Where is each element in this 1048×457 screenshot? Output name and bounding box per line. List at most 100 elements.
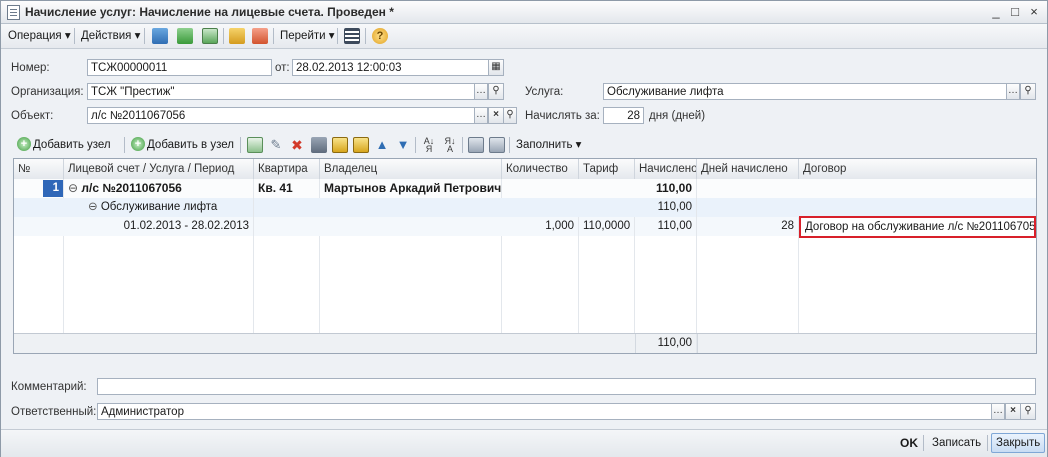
collapse-circle-icon[interactable]: ⊖ (88, 201, 98, 213)
calendar-icon[interactable]: ▦ (488, 59, 504, 76)
document-window: Начисление услуг: Начисление на лицевые … (0, 0, 1048, 457)
ok-button[interactable]: OK (900, 435, 918, 451)
hierarchy-icon[interactable] (353, 137, 369, 153)
table-row[interactable]: ⊖ Обслуживание лифта 110,00 (14, 198, 1036, 217)
date-label: от: (275, 62, 290, 74)
open-magnifier-icon[interactable]: ⚲ (1020, 403, 1036, 420)
save-button[interactable]: Записать (932, 435, 981, 451)
organization-field[interactable]: ТСЖ "Престиж" (87, 83, 475, 100)
date-field[interactable]: 28.02.2013 12:00:03 (292, 59, 489, 76)
object-field[interactable]: л/с №2011067056 (87, 107, 475, 124)
toolbar-divider (337, 28, 338, 44)
open-magnifier-icon[interactable]: ⚲ (1020, 83, 1036, 100)
comment-field[interactable] (97, 378, 1036, 395)
help-icon[interactable]: ? (372, 28, 388, 44)
move-down-icon[interactable]: ▼ (395, 137, 411, 153)
title-bar: Начисление услуг: Начисление на лицевые … (1, 1, 1047, 24)
row-number-cell: 1 (14, 179, 64, 198)
close-window-button[interactable]: × (1026, 4, 1042, 20)
comment-label: Комментарий: (11, 381, 87, 393)
accruals-table: № Лицевой счет / Услуга / Период Квартир… (13, 158, 1037, 354)
service-field[interactable]: Обслуживание лифта (603, 83, 1007, 100)
unpost-document-icon[interactable] (252, 28, 268, 44)
responsible-field[interactable]: Администратор (97, 403, 992, 420)
move-up-icon[interactable]: ▲ (374, 137, 390, 153)
fill-menu[interactable]: Заполнить ▾ (516, 137, 581, 153)
column-header-quantity[interactable]: Количество (502, 159, 579, 179)
organization-label: Организация: (11, 86, 84, 98)
post-and-close-icon[interactable] (152, 28, 168, 44)
table-toolbar: + Добавить узел + Добавить в узел ✎ ✖ ▲ … (13, 135, 1037, 155)
period-cell: 01.02.2013 - 28.02.2013 (64, 217, 254, 236)
column-header-accrued[interactable]: Начислено (635, 159, 697, 179)
collapse-circle-icon[interactable]: ⊖ (68, 181, 78, 195)
selected-row-number: 1 (43, 180, 63, 197)
days-cell: 28 (697, 217, 799, 236)
toolbar-divider (144, 28, 145, 44)
group-icon[interactable] (332, 137, 348, 153)
dropdown-arrow-icon: ▾ (134, 30, 141, 42)
footer-divider (697, 334, 698, 353)
table-header: № Лицевой счет / Услуга / Период Квартир… (14, 159, 1036, 180)
copy-icon[interactable] (202, 28, 218, 44)
table-row[interactable]: 1 ⊖ л/с №2011067056 Кв. 41 Мартынов Арка… (14, 179, 1036, 198)
open-magnifier-icon[interactable]: ⚲ (503, 107, 517, 124)
maximize-button[interactable]: □ (1007, 4, 1023, 20)
column-header-days[interactable]: Дней начислено (697, 159, 799, 179)
column-header-tariff[interactable]: Тариф (579, 159, 635, 179)
accrue-unit-label: дня (дней) (649, 110, 706, 122)
toolbar-divider (74, 28, 75, 44)
toolbar-divider (509, 137, 510, 153)
copy-rows-icon[interactable] (468, 137, 484, 153)
actions-menu[interactable]: Действия ▾ (81, 28, 140, 44)
column-header-owner[interactable]: Владелец (320, 159, 502, 179)
table-row[interactable]: 01.02.2013 - 28.02.2013 1,000 110,0000 1… (14, 216, 1036, 238)
refresh-icon[interactable] (177, 28, 193, 44)
document-icon (7, 5, 20, 20)
operation-menu[interactable]: Операция ▾ (8, 28, 71, 44)
open-magnifier-icon[interactable]: ⚲ (488, 83, 504, 100)
service-label: Услуга: (525, 86, 564, 98)
tariff-cell: 110,0000 (579, 217, 635, 236)
close-button[interactable]: Закрыть (991, 433, 1046, 453)
add-plus-icon: + (131, 137, 145, 151)
add-to-node-button[interactable]: Добавить в узел (147, 137, 234, 153)
contract-cell-highlighted[interactable]: Договор на обслуживание л/с №2011067056 (799, 216, 1036, 238)
add-row-icon[interactable] (247, 137, 263, 153)
toolbar-divider (240, 137, 241, 153)
number-field[interactable]: ТСЖ00000011 (87, 59, 272, 76)
column-header-contract[interactable]: Договор (799, 159, 1036, 179)
post-document-icon[interactable] (229, 28, 245, 44)
toolbar-divider (124, 137, 125, 153)
account-cell: ⊖ Обслуживание лифта (64, 198, 254, 217)
clear-x-icon[interactable]: × (1005, 403, 1021, 420)
add-node-button[interactable]: Добавить узел (33, 137, 111, 153)
toolbar-divider (415, 137, 416, 153)
number-label: Номер: (11, 62, 50, 74)
settings-icon[interactable] (489, 137, 505, 153)
select-ellipsis-icon[interactable]: … (1006, 83, 1020, 100)
column-header-apartment[interactable]: Квартира (254, 159, 320, 179)
accrue-label: Начислять за: (525, 110, 600, 122)
toolbar-divider (987, 435, 988, 451)
structure-icon[interactable] (344, 28, 360, 44)
minimize-button[interactable]: _ (988, 4, 1004, 20)
apartment-cell: Кв. 41 (254, 179, 320, 198)
end-edit-icon[interactable] (311, 137, 327, 153)
column-header-account[interactable]: Лицевой счет / Услуга / Период (64, 159, 254, 179)
accrued-cell: 110,00 (635, 179, 697, 198)
accrue-days-field[interactable]: 28 (603, 107, 644, 124)
select-ellipsis-icon[interactable]: … (474, 107, 488, 124)
account-cell: ⊖ л/с №2011067056 (64, 179, 254, 198)
sort-asc-icon[interactable]: А↓ Я (421, 137, 437, 154)
delete-icon[interactable]: ✖ (289, 137, 305, 153)
goto-menu[interactable]: Перейти ▾ (280, 28, 335, 44)
select-ellipsis-icon[interactable]: … (474, 83, 488, 100)
edit-pencil-icon[interactable]: ✎ (268, 137, 284, 153)
select-ellipsis-icon[interactable]: … (991, 403, 1005, 420)
clear-x-icon[interactable]: × (488, 107, 504, 124)
column-header-number[interactable]: № (14, 159, 64, 179)
dropdown-arrow-icon: ▾ (64, 30, 71, 42)
action-bar: OK Записать Закрыть (1, 429, 1047, 457)
sort-desc-icon[interactable]: Я↓ А (442, 137, 458, 154)
